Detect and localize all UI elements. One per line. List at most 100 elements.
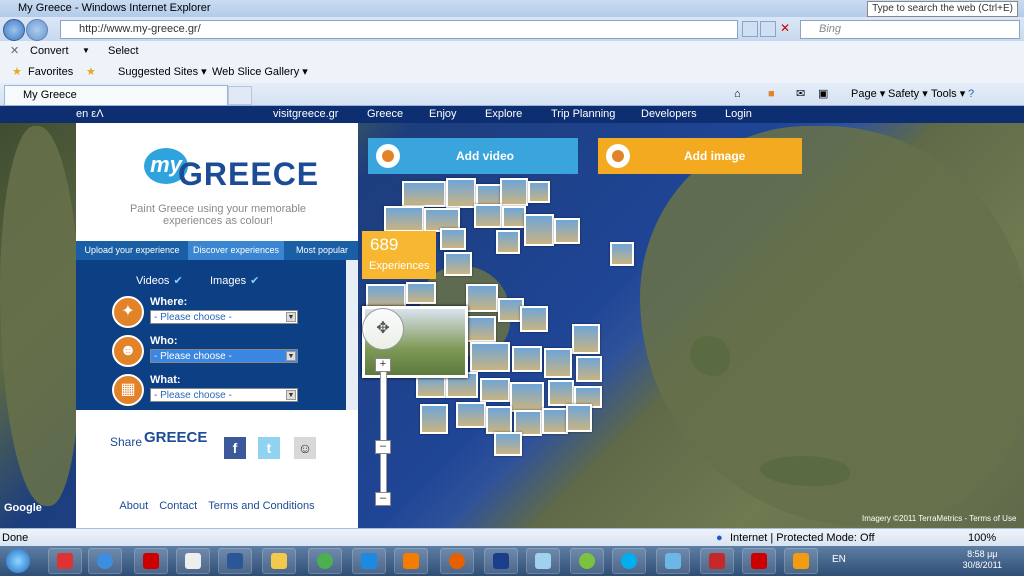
new-tab-button[interactable] (228, 86, 252, 105)
nav-enjoy[interactable]: Enjoy (429, 106, 457, 123)
photo-thumb[interactable] (486, 406, 512, 434)
tab-discover[interactable]: Discover experiences (188, 241, 284, 260)
zoom-out-button[interactable]: – (375, 492, 391, 506)
what-select[interactable]: - Please choose - ▼ (150, 388, 298, 402)
chevron-down-icon[interactable]: ▼ (82, 41, 90, 61)
back-button[interactable] (3, 19, 25, 41)
taskbar-app[interactable] (176, 548, 210, 574)
home-icon[interactable]: ⌂ (734, 83, 741, 105)
favorites-button[interactable]: Favorites (28, 61, 73, 83)
photo-thumb[interactable] (444, 252, 472, 276)
photo-thumb[interactable] (446, 178, 476, 208)
taskbar-explorer[interactable] (262, 548, 296, 574)
pan-control[interactable]: ✥ (362, 308, 404, 350)
mail-icon[interactable]: ✉ (796, 83, 805, 105)
language-switch[interactable]: en εΛ (76, 106, 104, 123)
photo-thumb[interactable] (494, 432, 522, 456)
feeds-icon[interactable]: ■ (768, 83, 775, 105)
web-slice-gallery-link[interactable]: Web Slice Gallery ▾ (212, 61, 308, 83)
photo-thumb[interactable] (520, 306, 548, 332)
photo-thumb[interactable] (456, 402, 486, 428)
twitter-icon[interactable]: t (258, 437, 280, 459)
tools-menu[interactable]: Tools ▾ (931, 83, 965, 105)
tab-most-popular[interactable]: Most popular (286, 241, 358, 260)
photo-thumb[interactable] (496, 230, 520, 254)
print-icon[interactable]: ▣ (818, 83, 828, 105)
address-input[interactable]: http://www.my-greece.gr/ (60, 20, 738, 39)
page-menu[interactable]: Page ▾ (851, 83, 885, 105)
nav-login[interactable]: Login (725, 106, 752, 123)
terms-link[interactable]: Terms and Conditions (208, 500, 314, 512)
photo-thumb[interactable] (384, 206, 424, 232)
photo-thumb[interactable] (512, 346, 542, 372)
select-button[interactable]: Select (108, 41, 139, 61)
photo-thumb[interactable] (524, 214, 554, 246)
photo-thumb[interactable] (544, 348, 572, 378)
help-icon[interactable]: ? (968, 83, 974, 105)
videos-checkbox[interactable]: Videos ✔ (136, 274, 183, 287)
who-select[interactable]: - Please choose - ▼ (150, 349, 298, 363)
photo-thumb[interactable] (420, 404, 448, 434)
photo-thumb[interactable] (554, 218, 580, 244)
contact-link[interactable]: Contact (159, 500, 197, 512)
reddit-icon[interactable]: ☺ (294, 437, 316, 459)
taskbar-acrobat[interactable] (134, 548, 168, 574)
add-image-button[interactable]: Add image (598, 138, 802, 174)
panel-scrollbar[interactable] (346, 260, 358, 410)
photo-thumb[interactable] (466, 284, 498, 312)
search-input[interactable]: Bing (800, 20, 1020, 39)
add-video-button[interactable]: Add video (368, 138, 578, 174)
taskbar-app[interactable] (48, 548, 82, 574)
photo-thumb[interactable] (502, 206, 526, 228)
add-favorite-icon[interactable]: ★ (86, 61, 96, 83)
nav-greece[interactable]: Greece (367, 106, 403, 123)
nav-developers[interactable]: Developers (641, 106, 697, 123)
taskbar-ie[interactable] (88, 548, 122, 574)
taskbar-app[interactable] (656, 548, 690, 574)
photo-thumb[interactable] (610, 242, 634, 266)
close-icon[interactable]: ✕ (10, 41, 19, 61)
taskbar-flag-app[interactable] (484, 548, 518, 574)
photo-thumb[interactable] (572, 324, 600, 354)
nav-visitgreece[interactable]: visitgreece.gr (273, 106, 338, 123)
taskbar-app[interactable] (784, 548, 818, 574)
tab-my-greece[interactable]: My Greece (4, 85, 228, 105)
photo-thumb[interactable] (548, 380, 574, 406)
taskbar-firefox[interactable] (440, 548, 474, 574)
safety-menu[interactable]: Safety ▾ (888, 83, 928, 105)
photo-thumb[interactable] (466, 316, 496, 342)
photo-thumb[interactable] (510, 382, 544, 412)
zoom-slider-handle[interactable]: – (375, 440, 391, 454)
taskbar-messenger[interactable] (570, 548, 604, 574)
refresh-icon[interactable] (760, 21, 776, 37)
photo-thumb[interactable] (402, 181, 446, 207)
photo-thumb[interactable] (440, 228, 466, 250)
facebook-icon[interactable]: f (224, 437, 246, 459)
forward-button[interactable] (26, 19, 48, 41)
taskbar-word[interactable] (218, 548, 252, 574)
photo-thumb[interactable] (528, 181, 550, 203)
stop-icon[interactable]: ✕ (778, 21, 792, 35)
zoom-slider[interactable] (380, 361, 387, 503)
tab-upload[interactable]: Upload your experience (76, 241, 188, 260)
photo-thumb[interactable] (576, 356, 602, 382)
where-select[interactable]: - Please choose - ▼ (150, 310, 298, 324)
site-logo[interactable]: my GREECE (144, 148, 318, 208)
about-link[interactable]: About (119, 500, 148, 512)
nav-trip-planning[interactable]: Trip Planning (551, 106, 615, 123)
zoom-level[interactable]: 100% (968, 529, 996, 547)
photo-thumb[interactable] (500, 178, 528, 206)
photo-thumb[interactable] (566, 404, 592, 432)
photo-thumb[interactable] (470, 342, 510, 372)
nav-explore[interactable]: Explore (485, 106, 522, 123)
taskbar-app[interactable] (526, 548, 560, 574)
input-language[interactable]: EN (832, 554, 846, 565)
compat-view-icon[interactable] (742, 21, 758, 37)
taskbar-teamviewer[interactable] (352, 548, 386, 574)
photo-thumb[interactable] (474, 204, 502, 228)
photo-thumb[interactable] (542, 408, 568, 434)
zoom-in-button[interactable]: + (375, 358, 391, 372)
convert-button[interactable]: Convert (30, 41, 69, 61)
images-checkbox[interactable]: Images ✔ (210, 274, 259, 287)
taskbar-acrobat-2[interactable] (742, 548, 776, 574)
